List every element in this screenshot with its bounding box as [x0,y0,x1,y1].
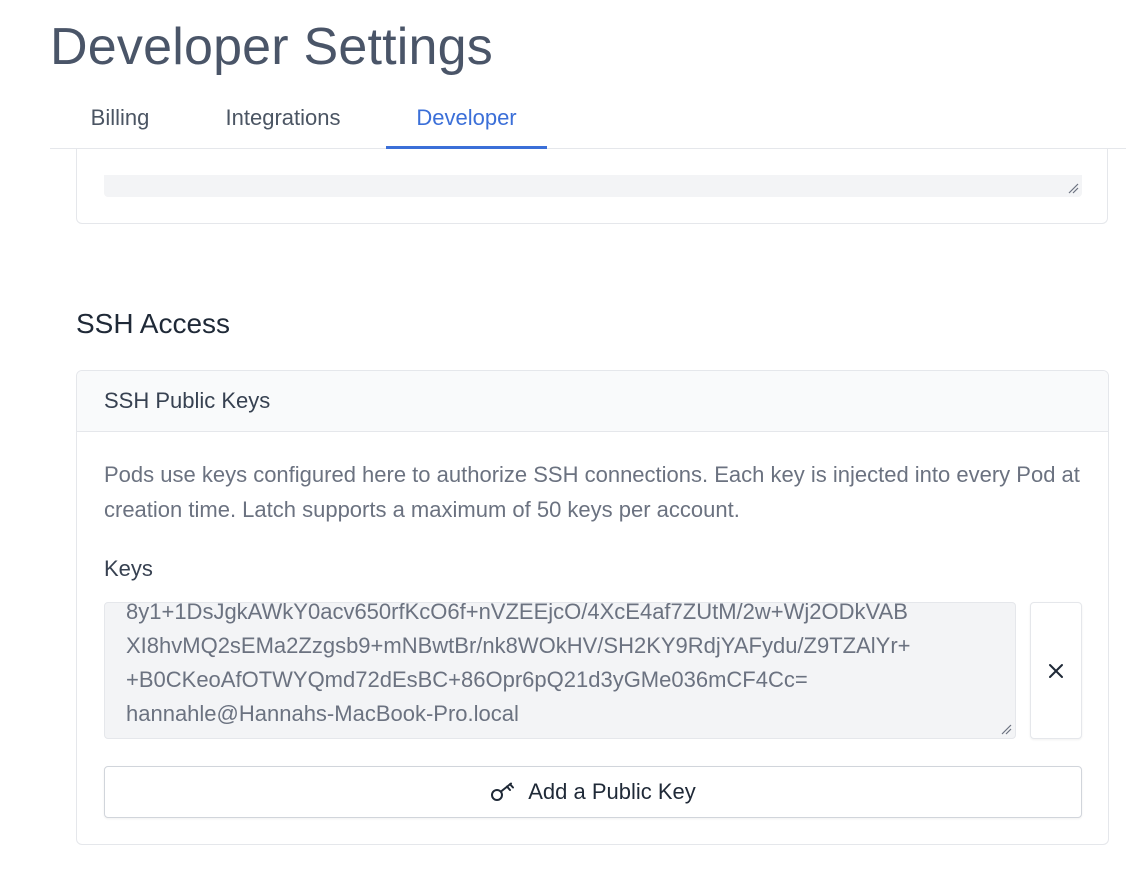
ssh-key-textarea[interactable]: 8y1+1DsJgkAWkY0acv650rfKcO6f+nVZEEjcO/4X… [104,602,1016,739]
key-icon [490,781,516,803]
keys-label: Keys [104,556,153,581]
page-title: Developer Settings [50,18,493,76]
tab-developer[interactable]: Developer [386,92,547,149]
close-icon [1049,663,1063,678]
previous-section-card [76,149,1108,224]
tab-billing[interactable]: Billing [76,92,164,148]
ssh-key-value[interactable]: 8y1+1DsJgkAWkY0acv650rfKcO6f+nVZEEjcO/4X… [126,603,1006,731]
remove-key-button[interactable] [1030,602,1082,739]
resize-grip-icon[interactable] [1067,182,1079,194]
settings-tabs: Billing Integrations Developer [50,92,1126,149]
add-public-key-button[interactable]: Add a Public Key [104,766,1082,818]
previous-textarea[interactable] [104,175,1082,197]
add-public-key-label: Add a Public Key [528,779,696,804]
ssh-card-header: SSH Public Keys [77,371,1108,432]
tab-integrations[interactable]: Integrations [208,92,358,148]
resize-grip-icon[interactable] [1000,723,1012,735]
ssh-description: Pods use keys configured here to authori… [104,462,1080,522]
ssh-public-keys-card: SSH Public Keys Pods use keys configured… [76,370,1109,845]
section-title-ssh-access: SSH Access [76,308,231,339]
